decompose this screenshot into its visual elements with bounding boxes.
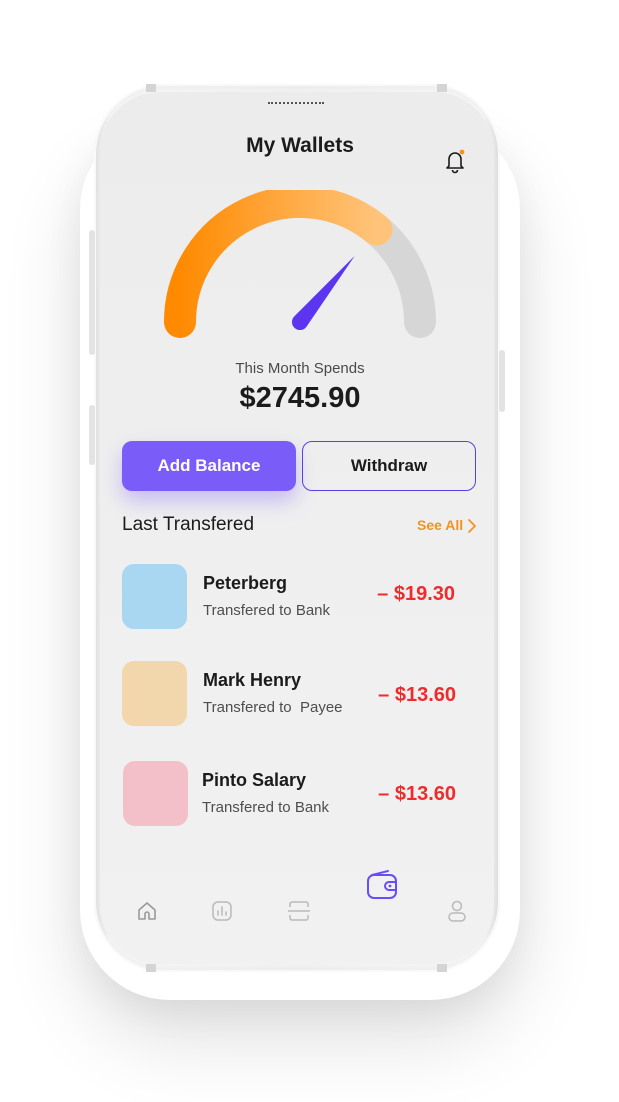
- withdraw-button[interactable]: Withdraw: [302, 441, 476, 491]
- bell-icon[interactable]: [442, 146, 468, 176]
- antenna-line: [146, 964, 156, 972]
- transaction-avatar: [122, 661, 187, 726]
- section-title: Last Transfered: [122, 514, 255, 535]
- antenna-line: [437, 84, 447, 92]
- chart-icon[interactable]: [211, 900, 233, 922]
- transaction-name: Peterberg: [203, 573, 288, 593]
- transaction-avatar: [122, 564, 187, 629]
- power-button: [499, 350, 505, 412]
- spends-amount: $2745.90: [239, 382, 361, 414]
- antenna-line: [146, 84, 156, 92]
- transaction-name: Pinto Salary: [202, 770, 307, 790]
- transaction-subtitle: Transfered to Bank: [203, 602, 331, 619]
- stage: My Wallets This Month Spends $2745.90 Ad…: [0, 0, 619, 1102]
- profile-icon[interactable]: [446, 899, 468, 923]
- page-title: My Wallets: [246, 134, 354, 157]
- home-icon[interactable]: [136, 900, 158, 922]
- transaction-item[interactable]: Pinto Salary Transfered to Bank – $13.60: [122, 761, 462, 827]
- transaction-item[interactable]: Peterberg Transfered to Bank – $19.30: [122, 564, 462, 630]
- transaction-subtitle: Transfered to Bank: [202, 799, 330, 816]
- see-all-link[interactable]: See All: [417, 517, 463, 533]
- antenna-line: [437, 964, 447, 972]
- add-balance-button[interactable]: Add Balance: [122, 441, 296, 491]
- transaction-item[interactable]: Mark Henry Transfered to Payee – $13.60: [122, 661, 462, 727]
- volume-up-button: [89, 230, 95, 355]
- transaction-subtitle: Transfered to Payee: [203, 699, 343, 716]
- gauge-fill: [164, 190, 393, 338]
- withdraw-label: Withdraw: [350, 456, 428, 475]
- transaction-amount: – $13.60: [378, 684, 456, 706]
- transaction-amount: – $13.60: [378, 783, 456, 805]
- chevron-right-icon[interactable]: [467, 518, 477, 534]
- transaction-avatar: [123, 761, 188, 826]
- volume-down-button: [89, 405, 95, 465]
- wallet-icon[interactable]: [366, 869, 400, 901]
- scan-icon[interactable]: [287, 900, 311, 922]
- transaction-name: Mark Henry: [203, 670, 302, 690]
- spends-label: This Month Spends: [235, 360, 365, 377]
- transaction-amount: – $19.30: [377, 583, 455, 605]
- spend-gauge: [164, 190, 436, 338]
- speaker-grille: [268, 102, 324, 108]
- gauge-needle: [291, 255, 355, 331]
- add-balance-label: Add Balance: [157, 456, 261, 475]
